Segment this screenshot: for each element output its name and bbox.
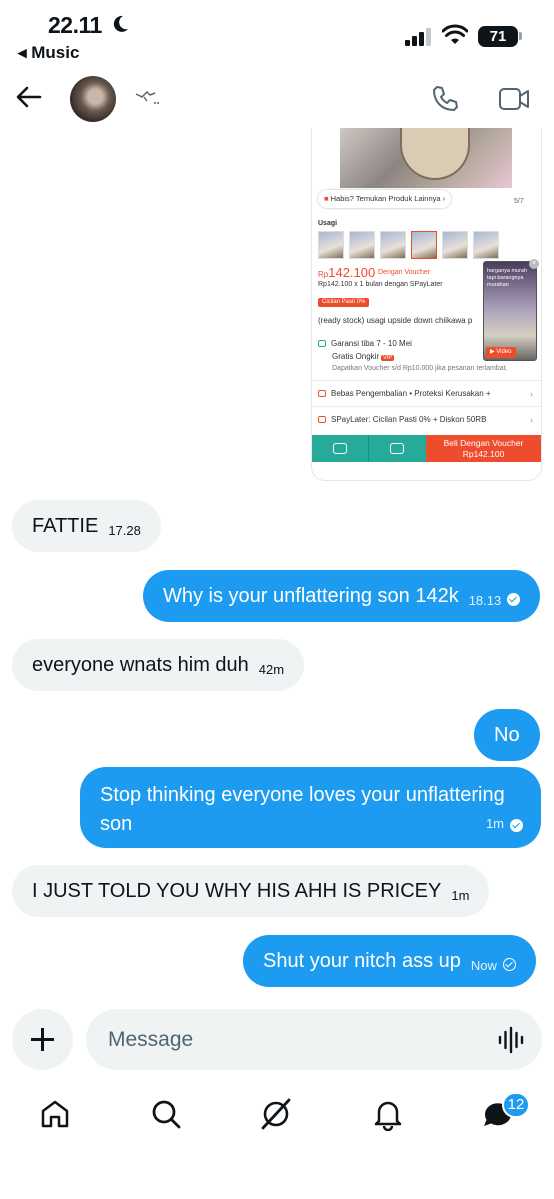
truck-icon: [318, 340, 326, 347]
wallet-icon: [318, 416, 326, 423]
grok-icon[interactable]: [259, 1097, 293, 1131]
shipping-row: Garansi tiba 7 - 10 Mei: [318, 339, 412, 348]
buy-line2: Rp142.100: [462, 449, 505, 459]
voucher-tag: Dengan Voucher: [378, 269, 431, 276]
variant-thumb: [349, 231, 375, 259]
chat-icon: [312, 435, 369, 462]
spay-offer-row: SPayLater: Cicilan Pasti 0% + Diskon 50R…: [318, 415, 486, 424]
variant-thumb: [318, 231, 344, 259]
chevron-right-icon: ›: [530, 389, 533, 399]
read-check-icon: [510, 819, 523, 832]
phone-call-icon[interactable]: [430, 84, 460, 114]
message-time: 1m: [451, 888, 470, 903]
contact-name-emoji-icon[interactable]: [134, 88, 160, 106]
price-prefix: Rp: [318, 270, 329, 279]
shipping-line2-row: Gratis Ongkir VIP: [332, 352, 394, 361]
shipping-line1: Garansi tiba 7 - 10 Mei: [331, 339, 412, 348]
returns-text: Bebas Pengembalian • Proteksi Kerusakan …: [331, 389, 491, 398]
message-outgoing[interactable]: Shut your nitch ass up Now: [243, 935, 536, 987]
back-arrow-icon[interactable]: [14, 82, 44, 112]
battery-tip: [519, 32, 522, 40]
find-more-pill: ■ Habis? Temukan Produk Lainnya ›: [318, 190, 452, 208]
message-time: 18.13: [468, 593, 502, 608]
cicilan-badge: Cicilan Pasti 0%: [318, 298, 370, 307]
variant-thumb: [473, 231, 499, 259]
message-incoming[interactable]: I JUST TOLD YOU WHY HIS AHH IS PRICEY 1m: [12, 865, 490, 917]
buy-line1: Beli Dengan Voucher: [443, 438, 524, 448]
message-text: No: [494, 724, 520, 746]
cellular-signal-icon: [405, 28, 431, 46]
home-icon[interactable]: [38, 1097, 72, 1131]
divider: [312, 406, 541, 407]
messages-unread-badge: 12: [502, 1092, 530, 1118]
plush-image: [400, 128, 470, 180]
variant-thumb-selected: [411, 231, 437, 259]
shipping-note: Dapatkan Voucher s/d Rp10.000 jika pesan…: [332, 365, 508, 372]
message-text: I JUST TOLD YOU WHY HIS AHH IS PRICEY: [32, 880, 442, 902]
message-text: Shut your nitch ass up: [263, 950, 461, 972]
message-time-row: 1m: [486, 809, 523, 838]
message-input[interactable]: [86, 1009, 542, 1070]
purchase-bar: Beli Dengan Voucher Rp142.100: [312, 435, 541, 462]
wifi-icon: [442, 24, 468, 44]
vip-badge: VIP: [381, 355, 394, 361]
divider: [312, 380, 541, 381]
shield-icon: [318, 390, 326, 397]
video-call-icon[interactable]: [498, 86, 530, 112]
message-outgoing[interactable]: Why is your unflattering son 142k 18.13: [143, 570, 541, 622]
message-text: Why is your unflattering son 142k: [163, 585, 459, 607]
contact-avatar[interactable]: [70, 76, 116, 122]
message-time: 17.28: [108, 523, 141, 538]
image-counter: 5/7: [514, 198, 524, 205]
sent-check-icon: [502, 958, 516, 971]
message-outgoing[interactable]: Stop thinking everyone loves your unflat…: [80, 767, 541, 848]
voice-message-icon[interactable]: [497, 1026, 525, 1054]
read-check-icon: [507, 593, 521, 606]
message-text: FATTIE: [32, 515, 99, 537]
message-incoming[interactable]: FATTIE 17.28: [12, 500, 161, 552]
message-outgoing[interactable]: No: [474, 709, 540, 761]
add-attachment-button[interactable]: [12, 1009, 73, 1070]
variant-label: Usagi: [318, 220, 338, 227]
spaylater-line: Rp142.100 x 1 bulan dengan SPayLater: [318, 281, 443, 288]
product-price: Rp142.100: [318, 265, 375, 280]
notifications-bell-icon[interactable]: [371, 1097, 405, 1131]
message-text: Stop thinking everyone loves your unflat…: [100, 784, 505, 835]
status-time: 22.11: [48, 12, 102, 38]
back-to-app-link[interactable]: ◂ Music: [18, 43, 79, 63]
chevron-right-icon: ›: [530, 415, 533, 425]
message-time: 1m: [485, 816, 504, 831]
shared-product-image[interactable]: ■ Habis? Temukan Produk Lainnya › 5/7 Us…: [311, 128, 542, 481]
battery-level: 71: [478, 26, 518, 47]
message-incoming[interactable]: everyone wnats him duh 42m: [12, 639, 305, 691]
returns-row: Bebas Pengembalian • Proteksi Kerusakan …: [318, 389, 491, 398]
video-caption: harganya murah tapi barangnya murahan: [487, 268, 528, 288]
buy-with-voucher-button: Beli Dengan Voucher Rp142.100: [426, 435, 541, 462]
product-photo: [340, 128, 512, 188]
variant-thumb: [442, 231, 468, 259]
shipping-line2: Gratis Ongkir: [332, 352, 380, 361]
variant-thumb: [380, 231, 406, 259]
spay-offer-text: SPayLater: Cicilan Pasti 0% + Diskon 50R…: [331, 415, 487, 424]
video-preview: × harganya murah tapi barangnya murahan …: [483, 259, 539, 361]
message-time: Now: [470, 958, 497, 973]
video-button: ▶ Video: [486, 347, 516, 358]
price-value: 142.100: [328, 265, 376, 280]
cart-icon: [369, 435, 426, 462]
message-text: everyone wnats him duh: [32, 654, 249, 676]
variant-thumbnails: [318, 231, 499, 259]
message-time: 42m: [258, 662, 285, 677]
product-title: (ready stock) usagi upside down chiikawa…: [318, 316, 473, 325]
search-icon[interactable]: [149, 1097, 183, 1131]
do-not-disturb-moon-icon: [113, 15, 128, 32]
find-more-text: Habis? Temukan Produk Lainnya: [330, 194, 441, 203]
